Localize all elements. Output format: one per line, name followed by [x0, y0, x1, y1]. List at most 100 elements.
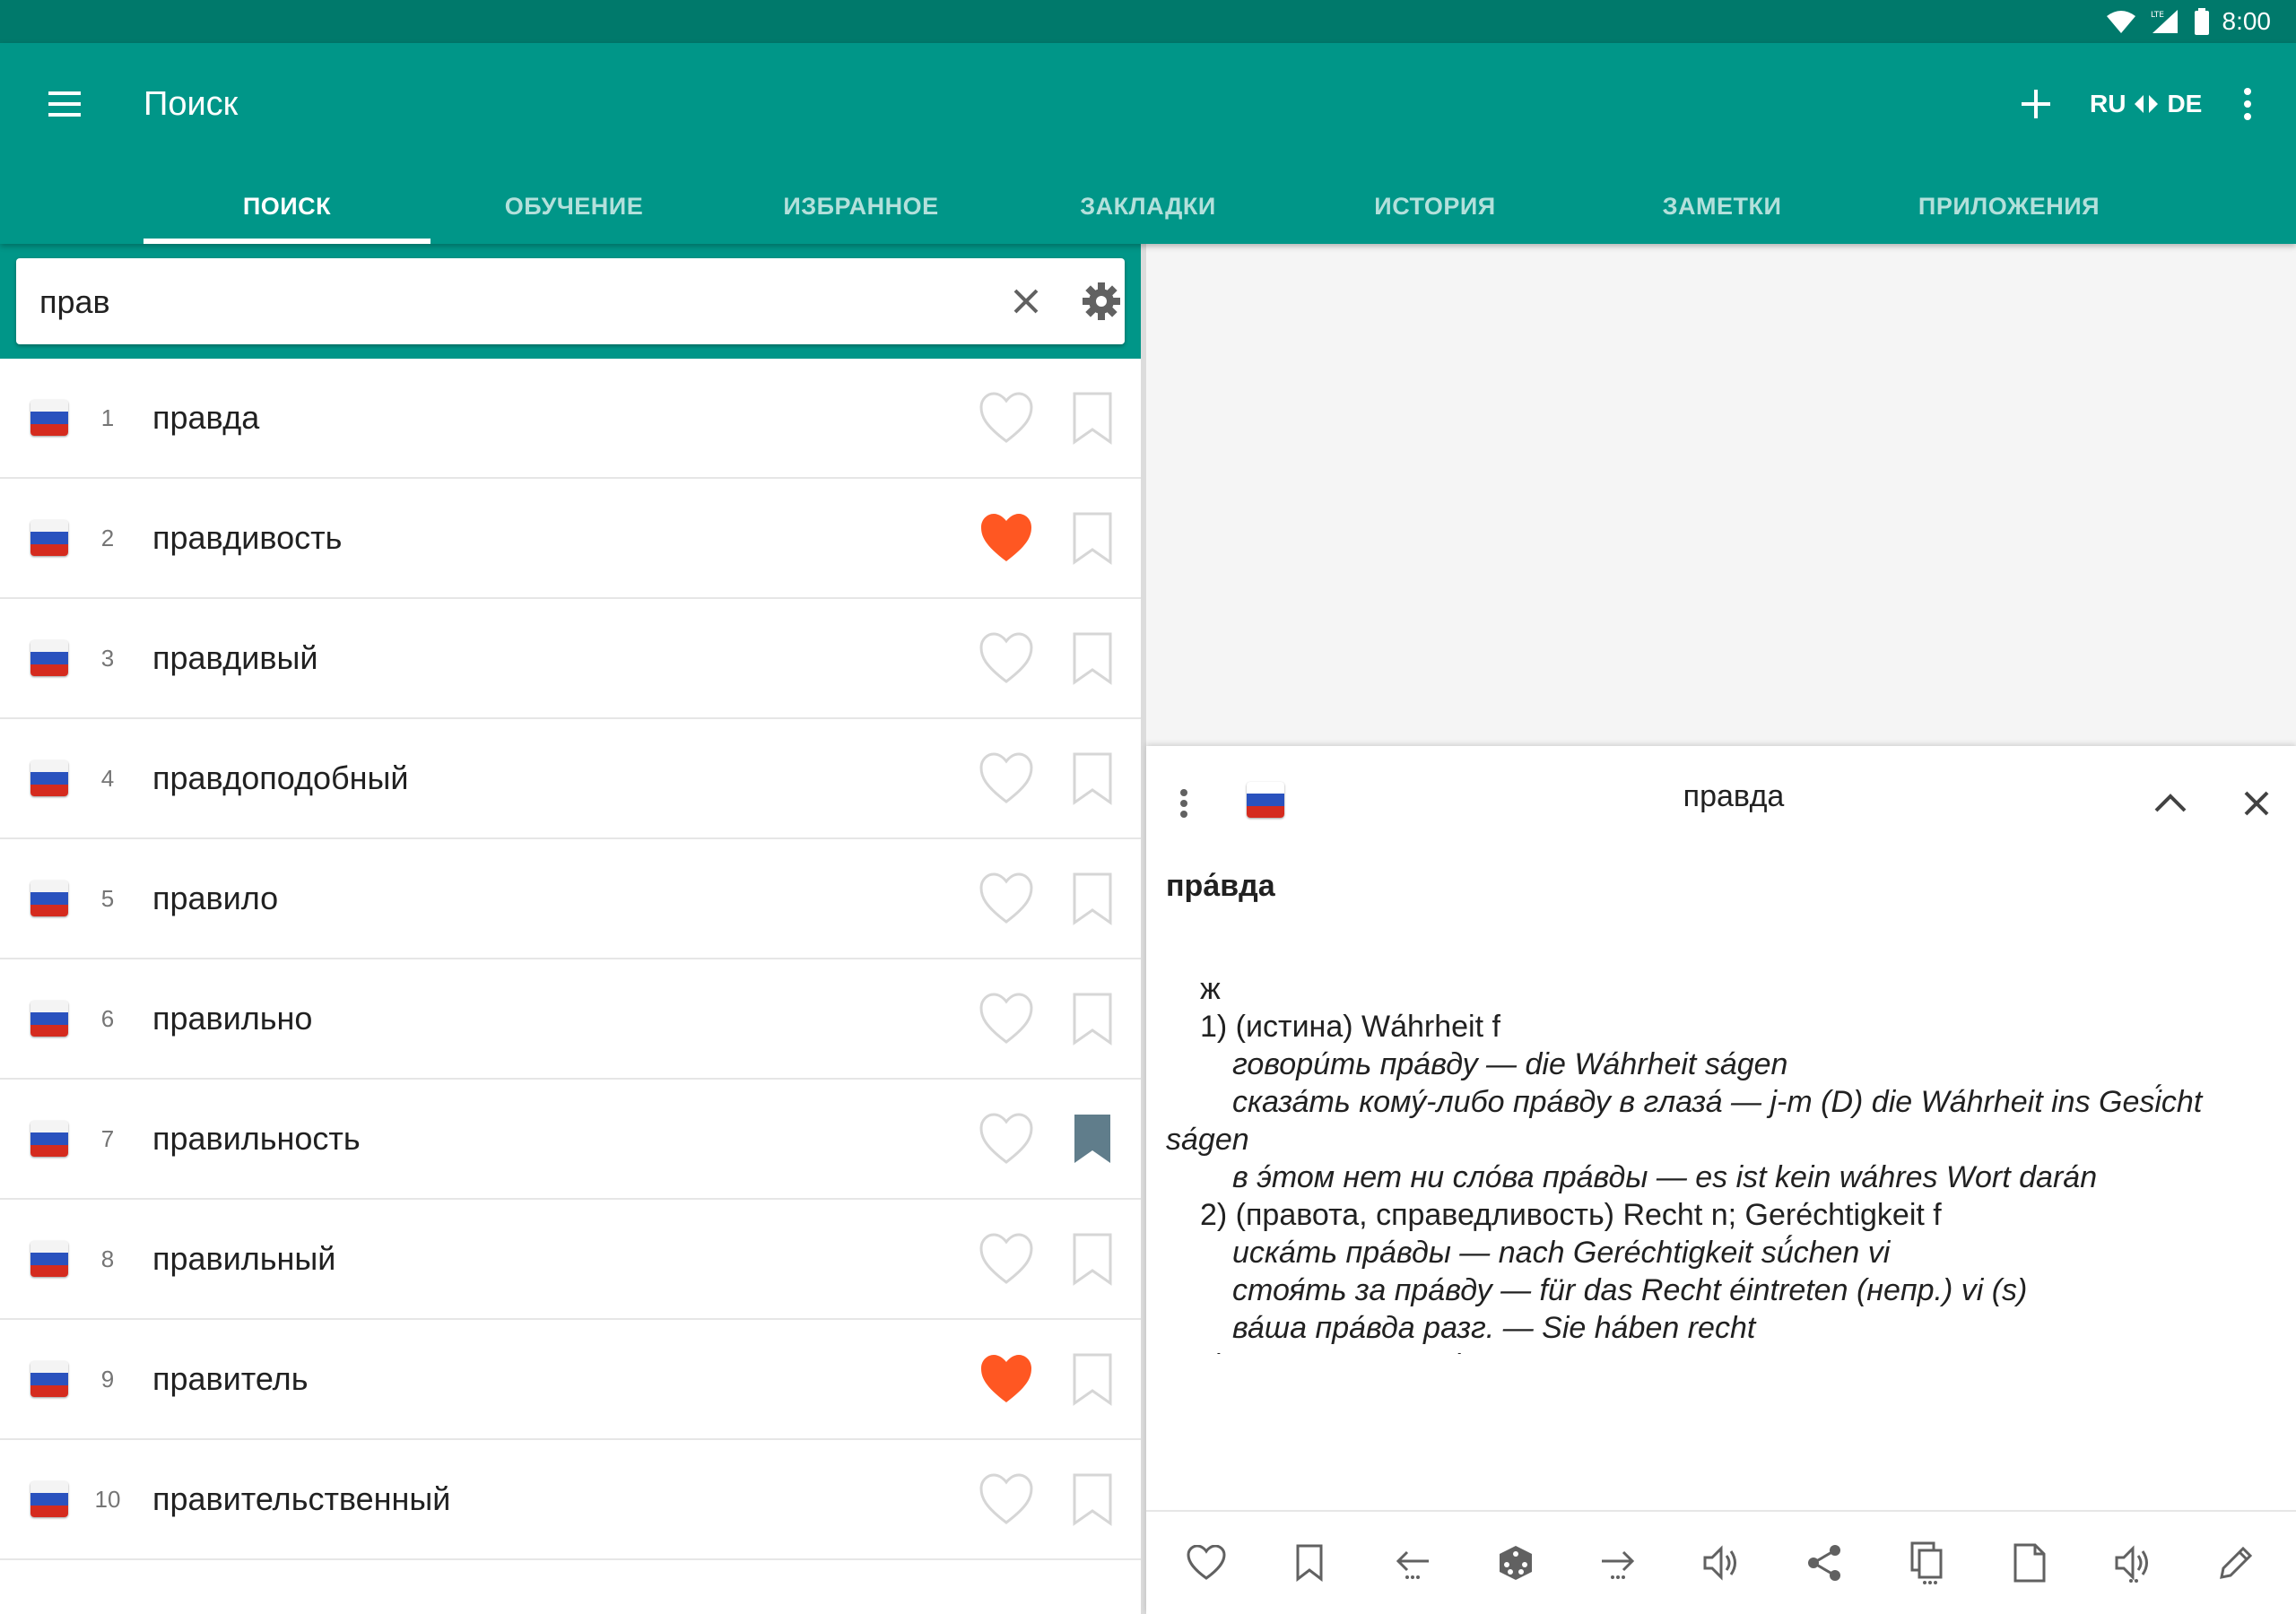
- pronounce-button[interactable]: [1696, 1538, 1746, 1588]
- result-number: 2: [100, 525, 115, 551]
- list-item[interactable]: 7 правильность: [0, 1080, 1141, 1200]
- tab-favorites[interactable]: ИЗБРАННОЕ: [718, 169, 1004, 244]
- russian-flag-icon: [30, 640, 68, 676]
- list-item[interactable]: 6 правильно: [0, 959, 1141, 1080]
- list-item[interactable]: 10 правительственный: [0, 1440, 1141, 1560]
- favorite-button[interactable]: [1181, 1538, 1231, 1588]
- random-word-button[interactable]: [1491, 1538, 1541, 1588]
- bookmark-outline-icon: [1073, 1473, 1112, 1526]
- article-title: правда: [1683, 779, 1785, 813]
- russian-flag-icon: [1247, 782, 1284, 818]
- close-icon: [1013, 289, 1039, 314]
- copy-icon: [1910, 1541, 1943, 1584]
- favorite-toggle[interactable]: [978, 992, 1035, 1046]
- tab-history[interactable]: ИСТОРИЯ: [1292, 169, 1578, 244]
- copy-button[interactable]: [1901, 1538, 1952, 1588]
- list-item[interactable]: 1 правда: [0, 359, 1141, 479]
- language-switch-button[interactable]: RU DE: [2090, 82, 2202, 126]
- bookmark-toggle[interactable]: [1071, 511, 1114, 565]
- next-button[interactable]: [1593, 1538, 1643, 1588]
- favorite-toggle[interactable]: [978, 1232, 1035, 1286]
- article-menu-button[interactable]: [1173, 782, 1195, 825]
- article-line: 2) (правота, справедливость) Recht n; Ge…: [1200, 1198, 1942, 1232]
- list-item[interactable]: 8 правильный: [0, 1200, 1141, 1320]
- article-line: стоя́ть за пра́вду — für das Recht е́int…: [1232, 1273, 2028, 1307]
- overflow-menu-button[interactable]: [2226, 82, 2269, 126]
- result-number: 5: [100, 885, 115, 912]
- favorite-toggle[interactable]: [978, 1112, 1035, 1166]
- favorite-toggle[interactable]: [978, 1472, 1035, 1526]
- result-word: правильный: [152, 1240, 336, 1277]
- bookmark-outline-icon: [1073, 993, 1112, 1046]
- more-vert-icon: [1180, 789, 1187, 818]
- bookmark-toggle[interactable]: [1071, 751, 1114, 805]
- note-button[interactable]: [2005, 1538, 2055, 1588]
- bookmark-outline-icon: [1073, 632, 1112, 685]
- result-number: 6: [100, 1005, 115, 1032]
- bookmark-toggle[interactable]: [1071, 872, 1114, 925]
- pronounce-translation-button[interactable]: [2108, 1538, 2158, 1588]
- bookmark-toggle[interactable]: [1071, 1472, 1114, 1526]
- share-button[interactable]: [1799, 1538, 1849, 1588]
- result-word: правда: [152, 399, 260, 436]
- favorite-toggle[interactable]: [978, 631, 1035, 685]
- favorite-toggle[interactable]: [978, 391, 1035, 445]
- bookmark-toggle[interactable]: [1071, 391, 1114, 445]
- result-number: 9: [100, 1366, 115, 1393]
- bookmark-outline-icon: [1073, 512, 1112, 565]
- bookmark-outline-icon: [1073, 872, 1112, 925]
- bookmark-outline-icon: [1073, 392, 1112, 445]
- article-line: говори́ть пра́вду — die Wа́hrheit sа́gen: [1232, 1047, 1788, 1081]
- status-bar: LTE 8:00: [0, 0, 2296, 43]
- more-vert-icon: [2244, 88, 2251, 120]
- favorite-toggle[interactable]: [978, 872, 1035, 925]
- article-line: в э́том нет ни сло́ва пра́вды — es ist k…: [1232, 1160, 2098, 1194]
- list-item[interactable]: 5 правило: [0, 839, 1141, 959]
- bookmark-toggle[interactable]: [1071, 1232, 1114, 1286]
- target-language: DE: [2167, 90, 2203, 117]
- list-item[interactable]: 4 правдоподобный: [0, 719, 1141, 839]
- collapse-button[interactable]: [2149, 782, 2192, 825]
- edit-button[interactable]: [2211, 1538, 2261, 1588]
- heart-outline-icon: [979, 872, 1033, 924]
- share-icon: [1807, 1545, 1840, 1581]
- result-word: правильно: [152, 1000, 313, 1037]
- result-number: 1: [100, 404, 115, 431]
- tab-search[interactable]: ПОИСК: [144, 169, 430, 244]
- bookmark-toggle[interactable]: [1071, 992, 1114, 1046]
- list-item[interactable]: 9 правитель: [0, 1320, 1141, 1440]
- bookmark-button[interactable]: [1284, 1538, 1335, 1588]
- favorite-toggle[interactable]: [978, 1352, 1035, 1406]
- bookmark-toggle[interactable]: [1071, 1112, 1114, 1166]
- previous-button[interactable]: [1387, 1538, 1438, 1588]
- search-input[interactable]: [38, 258, 965, 346]
- article-body: пра́вда ж 1) (истина) Wа́hrheit f говори́т…: [1166, 864, 2278, 1354]
- tab-notes[interactable]: ЗАМЕТКИ: [1578, 169, 1866, 244]
- article-line: sа́gen: [1166, 1123, 1249, 1157]
- favorite-toggle[interactable]: [978, 751, 1035, 805]
- menu-button[interactable]: [43, 82, 86, 126]
- list-item[interactable]: 3 правдивый: [0, 599, 1141, 719]
- tab-bookmarks[interactable]: ЗАКЛАДКИ: [1004, 169, 1292, 244]
- bookmark-toggle[interactable]: [1071, 631, 1114, 685]
- article-card: правда пра́вда ж 1) (истина) Wа́hrheit fг…: [1146, 746, 2296, 1614]
- result-number: 7: [100, 1125, 115, 1152]
- bookmark-toggle[interactable]: [1071, 1352, 1114, 1406]
- russian-flag-icon: [30, 400, 68, 436]
- note-icon: [2013, 1543, 2046, 1583]
- source-language: RU: [2090, 90, 2126, 117]
- tab-apps[interactable]: ПРИЛОЖЕНИЯ: [1866, 169, 2152, 244]
- russian-flag-icon: [30, 760, 68, 796]
- close-article-button[interactable]: [2235, 782, 2278, 825]
- favorite-toggle[interactable]: [978, 511, 1035, 565]
- heart-outline-icon: [979, 632, 1033, 683]
- heart-outline-icon: [979, 392, 1033, 443]
- tab-learning[interactable]: ОБУЧЕНИЕ: [430, 169, 718, 244]
- clear-search-button[interactable]: [1004, 280, 1048, 323]
- heart-outline-icon: [979, 993, 1033, 1044]
- article-line: сказа́ть кому́-либо пра́вду в глаза́ — j…: [1232, 1085, 2203, 1119]
- search-settings-button[interactable]: [1080, 280, 1123, 323]
- list-item[interactable]: 2 правдивость: [0, 479, 1141, 599]
- add-button[interactable]: [2014, 82, 2057, 126]
- search-strip: [0, 244, 1141, 359]
